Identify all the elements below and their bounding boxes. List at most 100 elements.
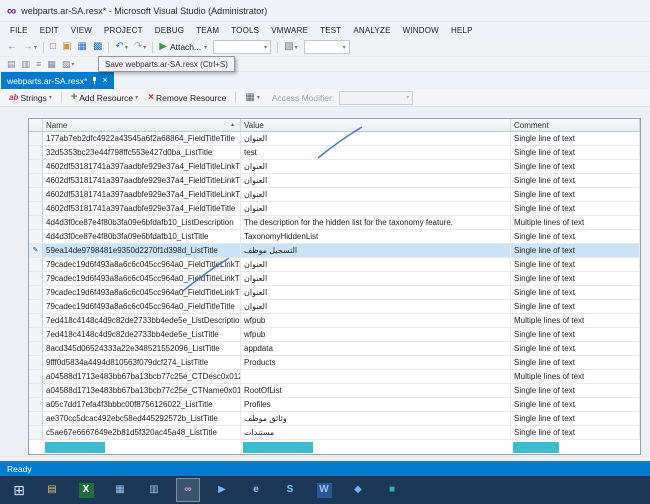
resource-comment-cell[interactable]: Single line of text (511, 300, 640, 313)
resource-comment-cell[interactable]: Single line of text (511, 412, 640, 425)
skype-icon[interactable]: S (278, 478, 302, 502)
table-row[interactable]: c5ae67e6667649e2b81d5f320ac45a48_ListTit… (29, 426, 640, 440)
resource-comment-cell[interactable]: Single line of text (511, 328, 640, 341)
resource-comment-cell[interactable]: Single line of text (511, 426, 640, 439)
resource-name-cell[interactable]: 79cadec19d6f493a8a6c6c045cc964a0_FieldTi… (43, 286, 241, 299)
remove-resource-button[interactable]: × Remove Resource (144, 90, 230, 105)
resource-comment-cell[interactable]: Single line of text (511, 132, 640, 145)
table-row[interactable]: 9fff0d5834a4494d810563f079dcf274_ListTit… (29, 356, 640, 370)
resource-comment-cell[interactable]: Single line of text (511, 384, 640, 397)
resource-value-cell[interactable]: test (241, 146, 511, 159)
strings-view-dropdown[interactable]: ab Strings ▾ (5, 90, 56, 105)
save-all-icon[interactable]: ▩ (90, 40, 105, 55)
resource-name-cell[interactable]: 4602df53181741a397aadbfe929e37a4_FieldTi… (43, 160, 241, 173)
resource-comment-cell[interactable]: Single line of text (511, 202, 640, 215)
secondary-toolbar-icon-4[interactable]: ▦ (44, 57, 59, 72)
start-button[interactable]: ⊞ (8, 479, 30, 501)
nav-backward-icon[interactable]: ← (4, 40, 20, 55)
resource-comment-cell[interactable]: Single line of text (511, 174, 640, 187)
resource-value-cell[interactable]: التسجيل موظف (241, 244, 511, 257)
resource-value-cell[interactable]: wfpub (241, 328, 511, 341)
add-resource-button[interactable]: + Add Resource ▾ (67, 90, 142, 105)
resource-value-cell[interactable]: wfpub (241, 314, 511, 327)
pin-icon[interactable] (91, 76, 98, 85)
debug-play-icon[interactable]: ▶ (210, 478, 234, 502)
debug-target-combo[interactable]: ▾ (213, 40, 272, 54)
access-modifier-combo[interactable]: ▾ (339, 90, 414, 105)
resource-name-cell[interactable]: 32d5353bc23e44f798ffc553e427d0ba_ListTit… (43, 146, 241, 159)
table-row[interactable]: 7ed418c4148c4d9c82de2733bb4ede5e_ListDes… (29, 314, 640, 328)
resource-value-cell[interactable]: TaxonomyHiddenList (241, 230, 511, 243)
close-icon[interactable]: × (102, 76, 107, 85)
resource-name-cell[interactable]: 8acd345d06524333a22e348521552096_ListTit… (43, 342, 241, 355)
resource-value-cell[interactable]: مستندات (241, 426, 511, 439)
taskbar-app-icon-2[interactable]: ▥ (142, 478, 166, 502)
menu-item[interactable]: TEAM (190, 26, 225, 35)
menu-item[interactable]: WINDOW (397, 26, 445, 35)
table-row[interactable]: 4d4d3f0ce87e4f80b3fa09e6bfdafb10_ListTit… (29, 230, 640, 244)
toolbar-separator[interactable] (152, 41, 154, 53)
resource-comment-cell[interactable]: Single line of text (511, 342, 640, 355)
table-row[interactable]: 177ab7eb2dfc4922a43545a6f2a68864_FieldTi… (29, 132, 640, 146)
resource-comment-cell[interactable]: Single line of text (511, 356, 640, 369)
resource-name-cell[interactable]: 59ea14de9798481e9350d2270f1d398d_ListTit… (43, 244, 241, 257)
internet-explorer-icon[interactable]: e (244, 478, 268, 502)
table-row[interactable]: a04588d1713e483bb67ba13bcb77c25e_CTDesc0… (29, 370, 640, 384)
table-row[interactable]: 79cadec19d6f493a8a6c6c045cc964a0_FieldTi… (29, 272, 640, 286)
document-tab[interactable]: webparts.ar-SA.resx* × (1, 72, 114, 89)
table-row[interactable]: 79cadec19d6f493a8a6c6c045cc964a0_FieldTi… (29, 286, 640, 300)
column-header-name[interactable]: Name ▲ (43, 119, 241, 131)
resource-name-cell[interactable]: ae370cc5dcac492ebc58ed445292572b_ListTit… (43, 412, 241, 425)
taskbar-app-icon-3[interactable]: ◆ (346, 478, 370, 502)
resource-name-cell[interactable]: 177ab7eb2dfc4922a43545a6f2a68864_FieldTi… (43, 132, 241, 145)
table-row[interactable]: a04588d1713e483bb67ba13bcb77c25e_CTName0… (29, 384, 640, 398)
resource-comment-cell[interactable]: Single line of text (511, 244, 640, 257)
resource-name-cell[interactable]: 4602df53181741a397aadbfe929e37a4_FieldTi… (43, 174, 241, 187)
menu-item[interactable]: DEBUG (149, 26, 190, 35)
find-in-files-icon[interactable]: ▧ ▾ (281, 40, 300, 55)
secondary-toolbar-icon-1[interactable]: ▤ (4, 57, 19, 72)
resource-value-cell[interactable] (241, 370, 511, 383)
redo-icon[interactable]: ↷ ▾ (131, 40, 149, 55)
column-header-value[interactable]: Value (241, 119, 511, 131)
taskbar-app-icon-1[interactable]: ▦ (108, 478, 132, 502)
menu-item[interactable]: FILE (4, 26, 34, 35)
resource-value-cell[interactable]: وثائق موظف (241, 412, 511, 425)
resource-comment-cell[interactable]: Single line of text (511, 398, 640, 411)
resource-name-cell[interactable]: 79cadec19d6f493a8a6c6c045cc964a0_FieldTi… (43, 258, 241, 271)
resource-comment-cell[interactable]: Single line of text (511, 146, 640, 159)
resource-name-cell[interactable]: c5ae67e6667649e2b81d5f320ac45a48_ListTit… (43, 426, 241, 439)
title-bar[interactable]: ∞ webparts.ar-SA.resx* - Microsoft Visua… (0, 0, 650, 22)
menu-item[interactable]: VIEW (65, 26, 98, 35)
resource-name-cell[interactable]: 4602df53181741a397aadbfe929e37a4_FieldTi… (43, 188, 241, 201)
solution-configurations-combo[interactable]: ▾ (303, 40, 350, 54)
secondary-toolbar-icon-3[interactable]: ≡ (33, 57, 44, 72)
resource-name-cell[interactable]: a04588d1713e483bb67ba13bcb77c25e_CTName0… (43, 384, 241, 397)
resource-name-cell[interactable]: a04588d1713e483bb67ba13bcb77c25e_CTDesc0… (43, 370, 241, 383)
resource-value-cell[interactable]: العنوان (241, 202, 511, 215)
menu-item[interactable]: HELP (445, 26, 479, 35)
resource-comment-cell[interactable]: Multiple lines of text (511, 216, 640, 229)
table-row[interactable]: 4602df53181741a397aadbfe929e37a4_FieldTi… (29, 174, 640, 188)
table-row[interactable]: 32d5353bc23e44f798ffc553e427d0ba_ListTit… (29, 146, 640, 160)
resource-value-cell[interactable]: Products (241, 356, 511, 369)
table-row[interactable]: 79cadec19d6f493a8a6c6c045cc964a0_FieldTi… (29, 258, 640, 272)
toolbar-separator[interactable] (43, 41, 45, 53)
menu-item[interactable]: EDIT (34, 26, 65, 35)
resource-comment-cell[interactable]: Single line of text (511, 160, 640, 173)
undo-icon[interactable]: ↶ ▾ (112, 40, 130, 55)
resource-value-cell[interactable]: appdata (241, 342, 511, 355)
resource-name-cell[interactable]: 7ed418c4148c4d9c82de2733bb4ede5e_ListDes… (43, 314, 241, 327)
view-layout-dropdown[interactable]: ▦ ▾ (241, 90, 263, 105)
toolbar-separator[interactable] (108, 41, 110, 53)
resource-value-cell[interactable]: العنوان (241, 188, 511, 201)
resource-value-cell[interactable]: العنوان (241, 272, 511, 285)
new-file-icon[interactable]: □ (47, 40, 59, 55)
visual-studio-icon[interactable]: ∞ (176, 478, 200, 502)
resource-comment-cell[interactable]: Single line of text (511, 188, 640, 201)
resource-name-cell[interactable]: 4602df53181741a397aadbfe929e37a4_FieldTi… (43, 202, 241, 215)
column-header-comment[interactable]: Comment (511, 119, 640, 131)
table-row[interactable]: 4602df53181741a397aadbfe929e37a4_FieldTi… (29, 188, 640, 202)
save-icon[interactable]: ▦ (75, 40, 90, 55)
table-row[interactable]: 4602df53181741a397aadbfe929e37a4_FieldTi… (29, 202, 640, 216)
